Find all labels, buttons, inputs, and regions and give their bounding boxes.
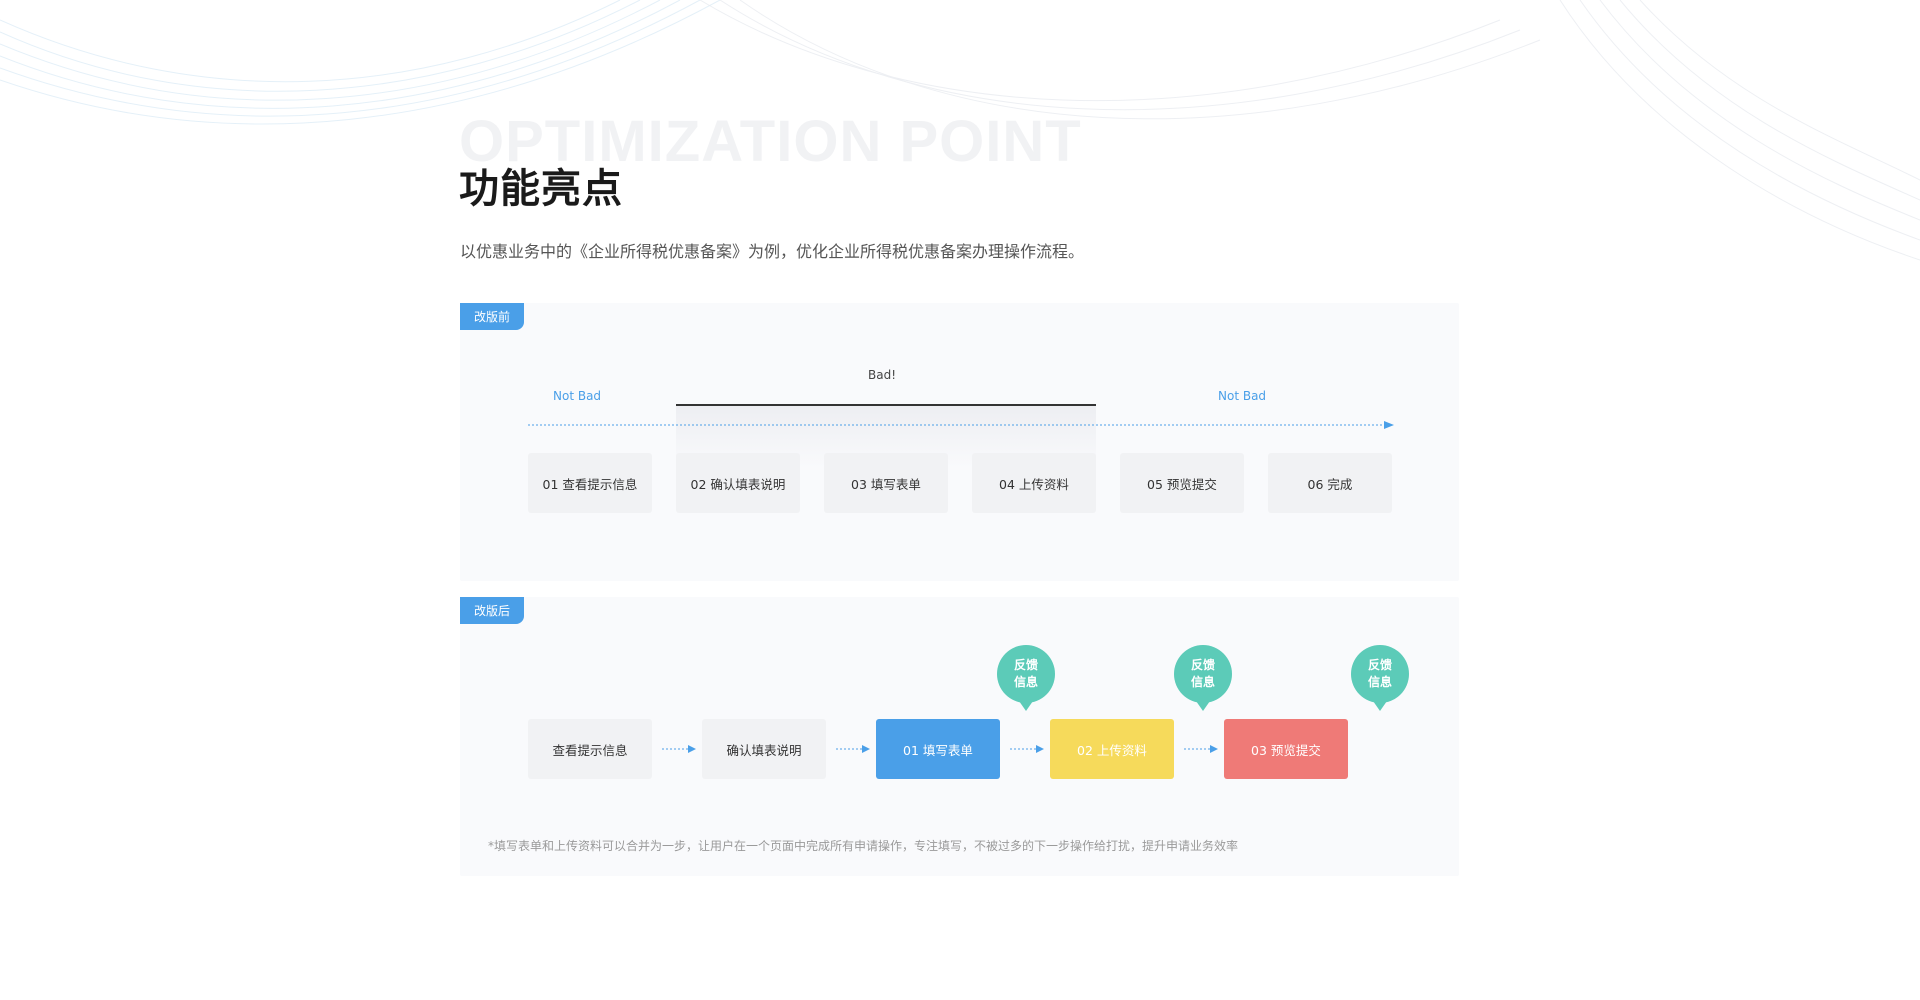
feedback-bubble-3-line2: 信息 [1367, 675, 1392, 689]
flow-arrow-icon [1010, 745, 1044, 753]
feedback-bubble-3: 反馈 信息 [1351, 645, 1409, 711]
label-bad: Bad! [868, 368, 897, 382]
before-step-1: 01 查看提示信息 [528, 453, 652, 513]
page-title: 功能亮点 [459, 166, 623, 212]
feedback-bubble-2: 反馈 信息 [1174, 645, 1232, 711]
feedback-bubble-1: 反馈 信息 [997, 645, 1055, 711]
flow-arrow-icon [662, 745, 696, 753]
after-step-view-info: 查看提示信息 [528, 719, 652, 779]
label-not-bad-right: Not Bad [1218, 389, 1267, 403]
before-step-3: 03 填写表单 [824, 453, 948, 513]
after-step-fill-form: 01 填写表单 [876, 719, 1000, 779]
before-step-2: 02 确认填表说明 [676, 453, 800, 513]
before-panel: 改版前 Not Bad Bad! Not Bad 01 查看提示信息 02 确认… [460, 303, 1459, 581]
after-step-confirm-instructions: 确认填表说明 [702, 719, 826, 779]
page-subtitle: 以优惠业务中的《企业所得税优惠备案》为例，优化企业所得税优惠备案办理操作流程。 [460, 242, 1085, 261]
after-step-preview-submit: 03 预览提交 [1224, 719, 1348, 779]
footnote: *填写表单和上传资料可以合并为一步，让用户在一个页面中完成所有申请操作，专注填写… [488, 839, 1239, 853]
timeline-arrow-icon [528, 421, 1394, 429]
before-step-4: 04 上传资料 [972, 453, 1096, 513]
feedback-bubble-2-line2: 信息 [1190, 675, 1215, 689]
feedback-bubble-3-line1: 反馈 [1367, 658, 1392, 672]
before-step-5: 05 预览提交 [1120, 453, 1244, 513]
before-badge: 改版前 [460, 303, 524, 330]
bad-zone-bar [676, 404, 1096, 406]
flow-arrow-icon [1184, 745, 1218, 753]
label-not-bad-left: Not Bad [553, 389, 602, 403]
feedback-bubble-1-line1: 反馈 [1013, 658, 1038, 672]
before-step-6: 06 完成 [1268, 453, 1392, 513]
after-badge: 改版后 [460, 597, 524, 624]
flow-arrow-icon [836, 745, 870, 753]
feedback-bubble-2-line1: 反馈 [1190, 658, 1215, 672]
after-panel: 改版后 反馈 信息 反馈 信息 反馈 信息 查看提示信息 确认填表说明 01 填… [460, 597, 1459, 876]
after-step-upload: 02 上传资料 [1050, 719, 1174, 779]
feedback-bubble-1-line2: 信息 [1013, 675, 1038, 689]
